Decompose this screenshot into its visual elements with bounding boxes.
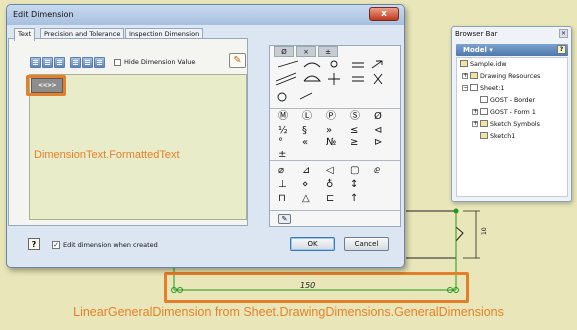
symbol-left-triangle[interactable]: ⊲ xyxy=(374,126,382,136)
align-right-button[interactable] xyxy=(54,57,65,68)
symbol-angularity-icon xyxy=(299,92,313,100)
symbol-arc-icon xyxy=(303,62,321,68)
dialog-titlebar[interactable]: Edit Dimension xyxy=(7,5,404,25)
model-dropdown-label: Model ▾ xyxy=(463,46,493,54)
browser-bar-title: Browser Bar xyxy=(455,30,498,38)
symbol-centerline[interactable]: ⅇ xyxy=(374,166,380,176)
palette-separator xyxy=(270,210,400,211)
sketch-icon xyxy=(480,132,488,139)
symbol-right-triangle[interactable]: ⊳ xyxy=(374,138,382,148)
symbol-diamond[interactable]: ⋄ xyxy=(302,180,308,190)
palette-separator xyxy=(270,108,400,109)
symbol-diameter[interactable]: Ø xyxy=(374,112,382,122)
tree-item-gost-border[interactable]: GOST - Border xyxy=(480,96,535,105)
align-left-button[interactable] xyxy=(30,57,41,68)
symbol-s-circle[interactable]: Ⓢ xyxy=(350,112,360,122)
geometric-symbols-group[interactable] xyxy=(272,59,398,107)
palette-tab-plusminus[interactable]: ± xyxy=(318,46,338,57)
symbol-l-circle[interactable]: Ⓛ xyxy=(302,112,312,122)
document-icon xyxy=(460,60,468,67)
symbol-right-guillemet[interactable]: » xyxy=(326,126,332,136)
symbol-m-circle[interactable]: Ⓜ xyxy=(278,112,288,122)
symbol-runout-icon xyxy=(371,60,383,69)
sketch-symbols-icon xyxy=(480,120,488,127)
symbol-p-circle[interactable]: Ⓟ xyxy=(326,112,336,122)
symbol-position-icon xyxy=(328,73,340,85)
tree-item-drawing-resources[interactable]: Drawing Resources xyxy=(470,72,540,81)
symbol-square[interactable]: ▢ xyxy=(350,166,359,176)
tab-text[interactable]: Text xyxy=(14,28,36,41)
symbol-equal-icon xyxy=(352,76,364,82)
palette-tab-diameter[interactable]: Ø xyxy=(274,46,294,57)
symbol-circle-icon xyxy=(330,60,338,68)
symbol-diameter-sign[interactable]: ⌀ xyxy=(278,166,284,176)
cancel-button[interactable]: Cancel xyxy=(344,237,389,251)
symbol-straightness-icon xyxy=(277,60,299,68)
tree-item-sample-idw[interactable]: Sample.idw xyxy=(460,60,507,69)
collapse-icon[interactable]: − xyxy=(462,85,468,91)
hide-dimension-value-label: Hide Dimension Value xyxy=(124,58,196,66)
tree-item-sheet-1[interactable]: Sheet:1 xyxy=(470,84,504,93)
insert-symbol-icon[interactable]: ✎ xyxy=(278,214,291,224)
valign-bottom-button[interactable] xyxy=(94,57,105,68)
symbol-circularity-icon xyxy=(277,92,287,102)
dialog-title: Edit Dimension xyxy=(13,10,74,19)
geometry-point[interactable] xyxy=(453,208,459,214)
sheet-icon xyxy=(470,84,478,91)
symbol-cross-icon xyxy=(373,73,383,85)
help-icon[interactable]: ? xyxy=(28,238,40,250)
browser-help-icon[interactable]: ? xyxy=(557,45,566,54)
symbol-square-bracket[interactable]: ⊏ xyxy=(326,194,334,204)
vertical-dimension-value: 10 xyxy=(481,227,488,235)
edit-when-created-label: Edit dimension when created xyxy=(63,241,158,249)
break-line xyxy=(455,211,464,258)
edit-when-created-checkbox[interactable]: ✓ xyxy=(52,241,60,249)
folder-icon xyxy=(470,72,478,79)
palette-tab-multiply[interactable]: × xyxy=(296,46,316,57)
symbol-left-guillemet[interactable]: « xyxy=(302,138,308,148)
symbol-profile-icon xyxy=(303,75,321,82)
symbol-perpendicular[interactable]: ⊥ xyxy=(278,180,287,190)
formatted-text-annotation: DimensionText.FormattedText xyxy=(34,149,180,161)
pencil-icon[interactable]: ✎ xyxy=(229,53,246,68)
ok-button[interactable]: OK xyxy=(290,237,335,251)
symbol-numero[interactable]: № xyxy=(326,138,336,148)
palette-separator xyxy=(270,160,400,161)
symbol-plus-minus[interactable]: ± xyxy=(278,150,286,160)
symbol-taper[interactable]: ⊿ xyxy=(302,166,310,176)
symbol-greater-equal[interactable]: ≥ xyxy=(350,138,358,148)
symbol-less-equal[interactable]: ≤ xyxy=(350,126,358,136)
symbol-left-pointer[interactable]: ◁ xyxy=(326,166,334,176)
symbol-up-down[interactable]: ↕ xyxy=(350,180,358,190)
dimension-highlight-box xyxy=(164,272,469,303)
align-center-button[interactable] xyxy=(42,57,53,68)
valign-middle-button[interactable] xyxy=(82,57,93,68)
tree-item-sketch1[interactable]: Sketch1 xyxy=(480,132,515,141)
valign-top-button[interactable] xyxy=(70,57,81,68)
tree-item-sketch-symbols[interactable]: Sketch Symbols xyxy=(480,120,540,129)
close-button[interactable]: x xyxy=(369,7,399,21)
border-icon xyxy=(480,96,488,103)
title-block-icon xyxy=(480,108,488,115)
symbol-parallel-icon xyxy=(352,62,364,68)
tree-item-gost-form-1[interactable]: GOST - Form 1 xyxy=(480,108,536,117)
symbol-section[interactable]: § xyxy=(302,126,307,136)
symbol-up-arrow[interactable]: ↑ xyxy=(350,194,358,204)
linear-dimension-caption: LinearGeneralDimension from Sheet.Drawin… xyxy=(73,305,504,319)
symbol-triangle[interactable]: △ xyxy=(302,194,310,204)
symbol-degree[interactable]: ° xyxy=(278,138,283,148)
model-dropdown[interactable]: Model ▾ xyxy=(456,44,568,56)
hide-dimension-value-checkbox[interactable] xyxy=(114,59,121,66)
symbol-earth[interactable]: ♁ xyxy=(326,180,333,190)
token-highlight-box xyxy=(26,75,66,96)
symbol-counterbore[interactable]: ⊓ xyxy=(278,194,286,204)
expand-icon[interactable]: + xyxy=(472,109,478,115)
expand-icon[interactable]: + xyxy=(472,121,478,127)
symbol-cylindricity-icon xyxy=(275,72,297,86)
browser-bar-close-icon[interactable]: × xyxy=(559,29,568,38)
symbol-half[interactable]: ½ xyxy=(278,126,288,136)
horizontal-dimension-value[interactable]: 150 xyxy=(300,281,315,290)
expand-icon[interactable]: + xyxy=(462,73,468,79)
